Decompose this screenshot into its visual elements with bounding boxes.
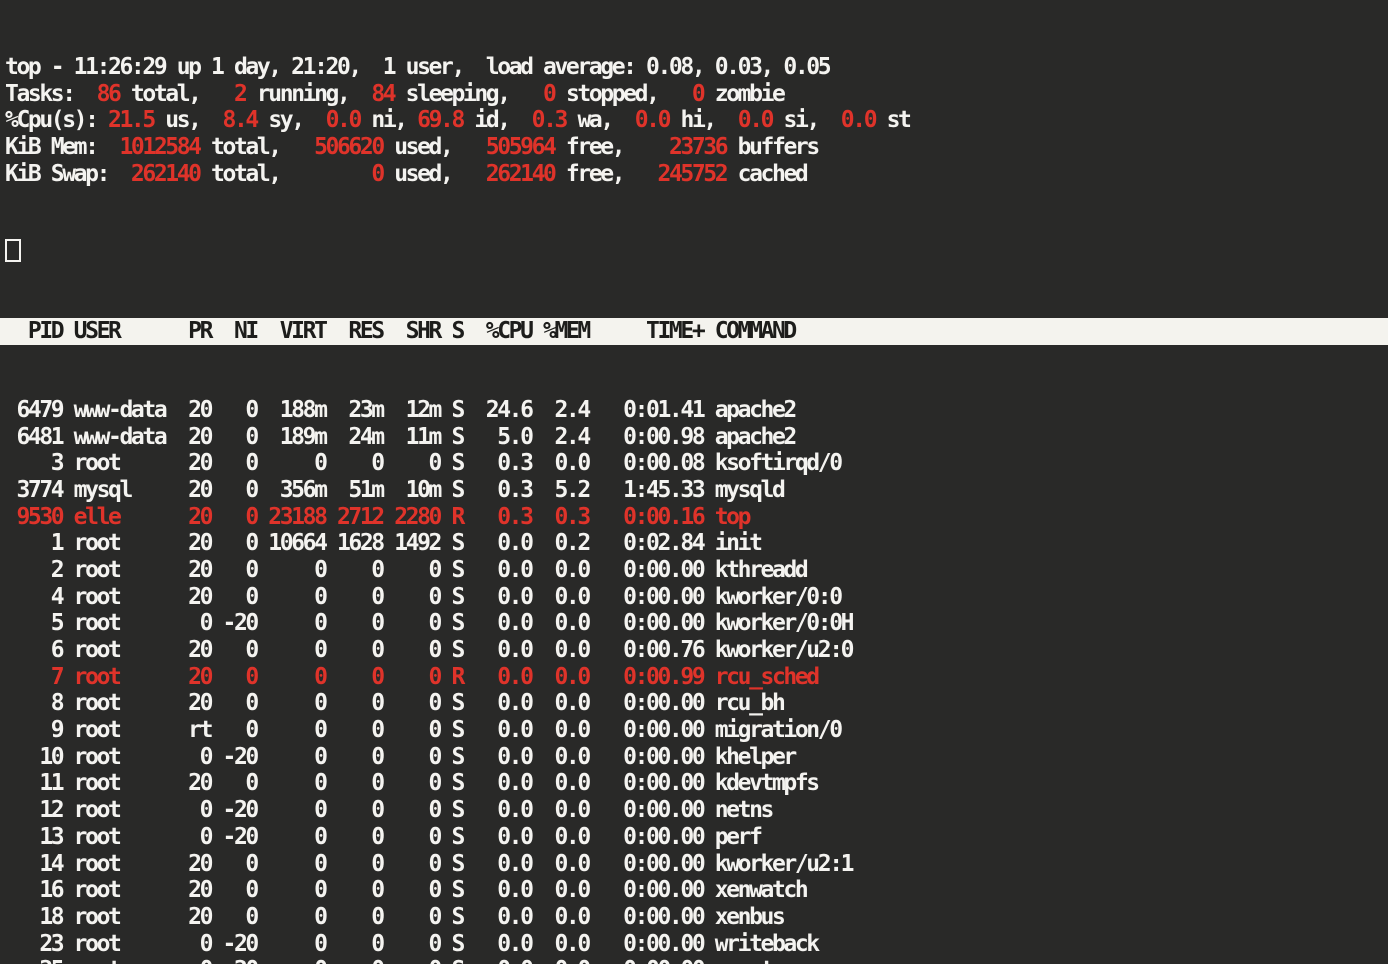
summary-segment: 23736 (635, 134, 727, 160)
process-row-23: 23 root 0 -20 0 0 0 S 0.0 0.0 0:00.00 wr… (5, 931, 1388, 958)
top-summary-block: top - 11:26:29 up 1 day, 21:20, 1 user, … (5, 54, 1388, 187)
summary-segment: hi, (669, 107, 726, 133)
summary-segment: free, (554, 161, 634, 187)
summary-segment: %Cpu(s): (5, 107, 97, 133)
summary-segment: 0.0 (314, 107, 360, 133)
summary-segment: 8.4 (211, 107, 257, 133)
summary-segment: KiB Mem: (5, 134, 108, 160)
summary-segment: wa, (566, 107, 623, 133)
summary-segment: zombie (703, 81, 783, 107)
process-row-8: 8 root 20 0 0 0 0 S 0.0 0.0 0:00.00 rcu_… (5, 690, 1388, 717)
process-row-2: 2 root 20 0 0 0 0 S 0.0 0.0 0:00.00 kthr… (5, 557, 1388, 584)
summary-segment: 69.8 (406, 107, 463, 133)
summary-segment: sy, (257, 107, 314, 133)
process-row-9: 9 root rt 0 0 0 0 S 0.0 0.0 0:00.00 migr… (5, 717, 1388, 744)
summary-segment: total, (119, 81, 211, 107)
swap-line: KiB Swap: 262140 total, 0 used, 262140 f… (5, 161, 1388, 188)
process-row-12: 12 root 0 -20 0 0 0 S 0.0 0.0 0:00.00 ne… (5, 797, 1388, 824)
summary-segment: stopped, (555, 81, 669, 107)
summary-segment: total, (200, 134, 292, 160)
process-row-18: 18 root 20 0 0 0 0 S 0.0 0.0 0:00.00 xen… (5, 904, 1388, 931)
summary-segment: 2 (211, 81, 245, 107)
process-row-3774: 3774 mysql 20 0 356m 51m 10m S 0.3 5.2 1… (5, 477, 1388, 504)
summary-segment: si, (772, 107, 829, 133)
process-row-10: 10 root 0 -20 0 0 0 S 0.0 0.0 0:00.00 kh… (5, 744, 1388, 771)
summary-segment: 0.0 (623, 107, 669, 133)
process-row-6: 6 root 20 0 0 0 0 S 0.0 0.0 0:00.76 kwor… (5, 637, 1388, 664)
process-row-1: 1 root 20 0 10664 1628 1492 S 0.0 0.2 0:… (5, 530, 1388, 557)
terminal-cursor (5, 239, 21, 262)
summary-segment: 0.0 (829, 107, 875, 133)
summary-segment: id, (463, 107, 520, 133)
process-row-9530: 9530 elle 20 0 23188 2712 2280 R 0.3 0.3… (5, 504, 1388, 531)
summary-segment: 1012584 (108, 134, 200, 160)
summary-segment: total, (200, 161, 292, 187)
summary-segment: used, (383, 161, 463, 187)
summary-segment: 0 (520, 81, 554, 107)
summary-segment: 21.5 (97, 107, 154, 133)
summary-segment: buffers (726, 134, 818, 160)
cursor-line (5, 239, 1388, 266)
summary-segment: free, (554, 134, 634, 160)
process-row-5: 5 root 0 -20 0 0 0 S 0.0 0.0 0:00.00 kwo… (5, 610, 1388, 637)
process-table-header-row: PID USER PR NI VIRT RES SHR S %CPU %MEM … (0, 318, 1388, 345)
process-row-6479: 6479 www-data 20 0 188m 23m 12m S 24.6 2… (5, 397, 1388, 424)
summary-segment: st (875, 107, 909, 133)
mem-line: KiB Mem: 1012584 total, 506620 used, 505… (5, 134, 1388, 161)
summary-segment: 0 (291, 161, 383, 187)
terminal-window[interactable]: top - 11:26:29 up 1 day, 21:20, 1 user, … (0, 0, 1388, 964)
summary-segment: cached (726, 161, 806, 187)
process-row-3: 3 root 20 0 0 0 0 S 0.3 0.0 0:00.08 ksof… (5, 450, 1388, 477)
process-row-11: 11 root 20 0 0 0 0 S 0.0 0.0 0:00.00 kde… (5, 770, 1388, 797)
process-row-4: 4 root 20 0 0 0 0 S 0.0 0.0 0:00.00 kwor… (5, 584, 1388, 611)
summary-segment: ni, (360, 107, 406, 133)
summary-segment: 506620 (291, 134, 383, 160)
summary-segment: 505964 (463, 134, 555, 160)
summary-segment: used, (383, 134, 463, 160)
summary-segment: 84 (360, 81, 394, 107)
process-row-25: 25 root 0 -20 0 0 0 S 0.0 0.0 0:00.00 cr… (5, 957, 1388, 964)
cpu-line: %Cpu(s): 21.5 us, 8.4 sy, 0.0 ni, 69.8 i… (5, 107, 1388, 134)
summary-segment: Tasks: (5, 81, 85, 107)
process-row-16: 16 root 20 0 0 0 0 S 0.0 0.0 0:00.00 xen… (5, 877, 1388, 904)
summary-segment: 245752 (635, 161, 727, 187)
summary-segment: top - 11:26:29 up 1 day, 21:20, 1 user, … (5, 54, 829, 80)
summary-segment: 262140 (463, 161, 555, 187)
summary-segment: 0.0 (726, 107, 772, 133)
summary-segment: KiB Swap: (5, 161, 108, 187)
uptime-line: top - 11:26:29 up 1 day, 21:20, 1 user, … (5, 54, 1388, 81)
summary-segment: sleeping, (394, 81, 520, 107)
process-row-14: 14 root 20 0 0 0 0 S 0.0 0.0 0:00.00 kwo… (5, 851, 1388, 878)
summary-segment: 86 (85, 81, 119, 107)
process-row-7: 7 root 20 0 0 0 0 R 0.0 0.0 0:00.99 rcu_… (5, 664, 1388, 691)
summary-segment: 0.3 (520, 107, 566, 133)
summary-segment: 262140 (108, 161, 200, 187)
process-table: 6479 www-data 20 0 188m 23m 12m S 24.6 2… (5, 397, 1388, 964)
process-row-13: 13 root 0 -20 0 0 0 S 0.0 0.0 0:00.00 pe… (5, 824, 1388, 851)
tasks-line: Tasks: 86 total, 2 running, 84 sleeping,… (5, 81, 1388, 108)
summary-segment: running, (245, 81, 359, 107)
summary-segment: us, (154, 107, 211, 133)
process-row-6481: 6481 www-data 20 0 189m 24m 11m S 5.0 2.… (5, 424, 1388, 451)
summary-segment: 0 (669, 81, 703, 107)
